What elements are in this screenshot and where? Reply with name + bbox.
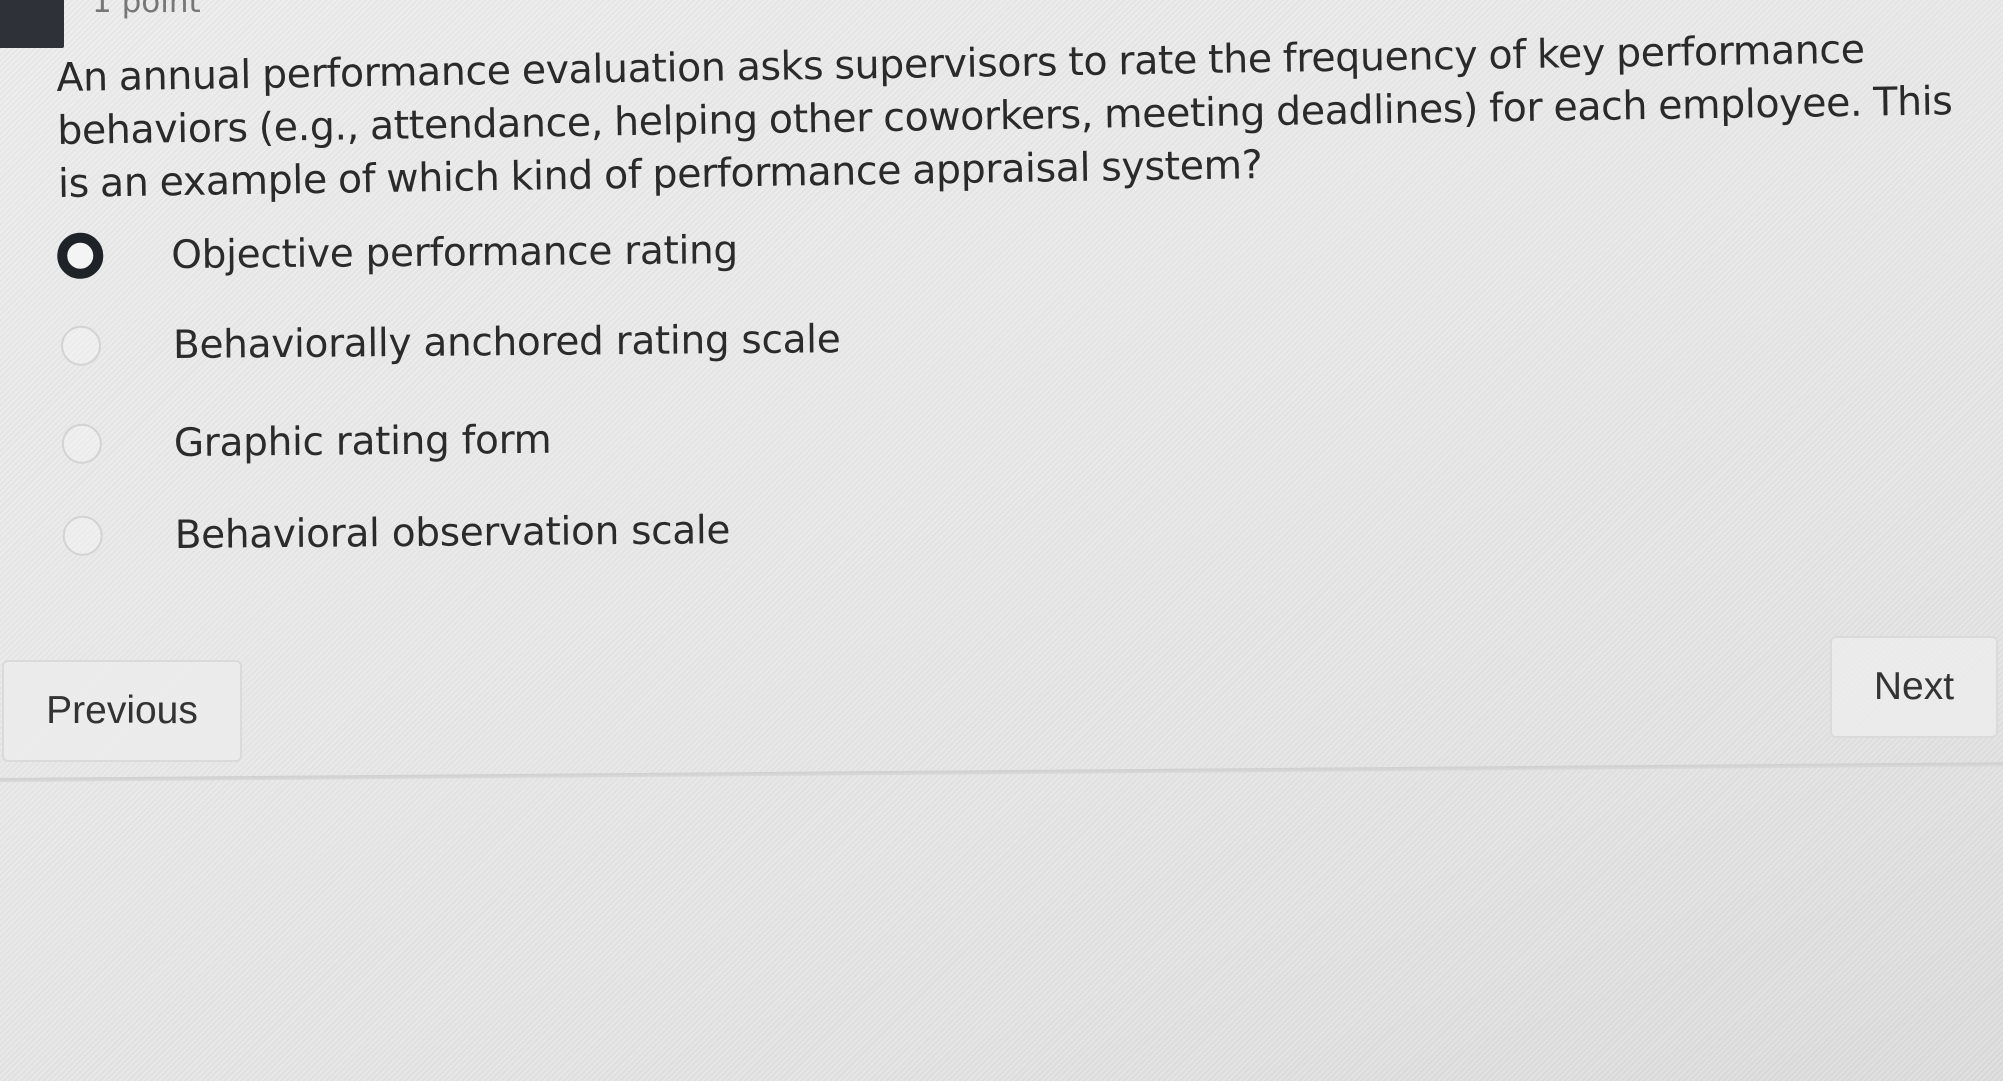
option-label: Behavioral observation scale <box>174 507 731 558</box>
question-number-tab <box>0 0 64 48</box>
section-divider <box>0 762 2003 782</box>
option-label: Graphic rating form <box>173 417 552 466</box>
quiz-screen: 1 point An annual performance evaluation… <box>0 0 2003 1081</box>
question-text: An annual performance evaluation asks su… <box>56 26 1953 207</box>
option-objective-performance-rating[interactable]: Objective performance rating <box>56 220 738 286</box>
empty-content-area <box>0 790 2003 1081</box>
previous-button[interactable]: Previous <box>2 660 242 762</box>
option-label: Objective performance rating <box>171 227 739 278</box>
radio-unselected-icon[interactable] <box>61 423 103 464</box>
option-behavioral-observation-scale[interactable]: Behavioral observation scale <box>58 500 730 566</box>
next-button[interactable]: Next <box>1830 636 1998 738</box>
option-label: Behaviorally anchored rating scale <box>172 316 841 368</box>
option-behaviorally-anchored-rating-scale[interactable]: Behaviorally anchored rating scale <box>57 309 841 376</box>
radio-unselected-icon[interactable] <box>62 515 103 556</box>
answer-options: Objective performance rating Behaviorall… <box>56 217 1056 557</box>
radio-selected-icon[interactable] <box>57 232 104 279</box>
points-label: 1 point <box>92 0 201 20</box>
radio-unselected-icon[interactable] <box>60 325 102 366</box>
option-graphic-rating-form[interactable]: Graphic rating form <box>58 410 552 474</box>
